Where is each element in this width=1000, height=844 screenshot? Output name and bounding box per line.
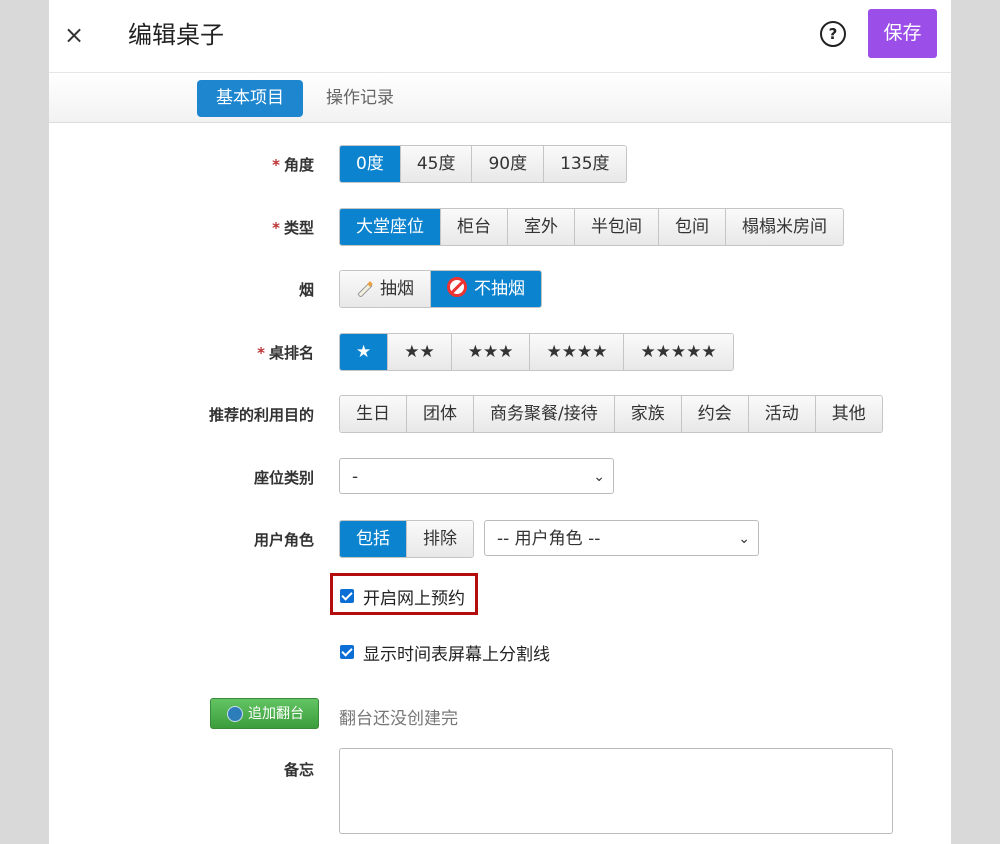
show-divider-checkbox[interactable] xyxy=(340,645,354,659)
purpose-option-event[interactable]: 活动 xyxy=(748,396,816,432)
chevron-down-icon: ⌄ xyxy=(738,531,750,547)
dialog-header: × 编辑桌子 ? 保存 xyxy=(49,0,951,73)
type-option-tatami[interactable]: 榻榻米房间 xyxy=(726,209,843,245)
rank-option-1[interactable]: ★ xyxy=(340,334,389,370)
rank-option-4[interactable]: ★★★★ xyxy=(530,334,625,370)
online-booking-label: 开启网上预约 xyxy=(363,589,465,609)
no-smoking-icon xyxy=(447,277,467,297)
type-label: * 类型 xyxy=(272,219,314,237)
required-mark: * xyxy=(272,156,280,174)
angle-option-90[interactable]: 90度 xyxy=(472,146,545,182)
purpose-option-birthday[interactable]: 生日 xyxy=(340,396,407,432)
rank-option-3[interactable]: ★★★ xyxy=(451,334,531,370)
page-title: 编辑桌子 xyxy=(128,21,224,49)
angle-button-group: 0度 45度 90度 135度 xyxy=(339,145,627,183)
purpose-label: 推荐的利用目的 xyxy=(208,406,314,424)
required-mark: * xyxy=(272,219,280,237)
add-turnover-button[interactable]: 追加翻台 xyxy=(210,698,319,729)
non-smoking-option[interactable]: 不抽烟 xyxy=(431,271,541,307)
seat-category-select[interactable]: - ⌄ xyxy=(339,458,614,494)
help-icon[interactable]: ? xyxy=(820,21,846,47)
rank-option-5[interactable]: ★★★★★ xyxy=(624,334,733,370)
show-divider-label: 显示时间表屏幕上分割线 xyxy=(363,645,550,665)
user-role-label: 用户角色 xyxy=(253,531,314,549)
save-button[interactable]: 保存 xyxy=(868,9,937,58)
purpose-option-business[interactable]: 商务聚餐/接待 xyxy=(474,396,615,432)
memo-textarea[interactable] xyxy=(339,748,893,834)
turnover-note: 翻台还没创建完 xyxy=(339,709,458,729)
type-option-private[interactable]: 包间 xyxy=(659,209,726,245)
purpose-option-other[interactable]: 其他 xyxy=(815,396,882,432)
purpose-option-date[interactable]: 约会 xyxy=(681,396,749,432)
angle-label: * 角度 xyxy=(272,156,314,174)
purpose-option-group[interactable]: 团体 xyxy=(407,396,474,432)
cigarette-icon xyxy=(357,281,373,297)
rank-button-group: ★ ★★ ★★★ ★★★★ ★★★★★ xyxy=(339,333,734,371)
tab-basic-items[interactable]: 基本项目 xyxy=(197,80,303,117)
type-button-group: 大堂座位 柜台 室外 半包间 包间 榻榻米房间 xyxy=(339,208,844,246)
user-role-exclude[interactable]: 排除 xyxy=(407,521,473,557)
user-role-button-group: 包括 排除 xyxy=(339,520,474,558)
memo-label: 备忘 xyxy=(283,761,314,779)
edit-table-dialog: × 编辑桌子 ? 保存 基本项目 操作记录 * 角度 0度 45度 90度 135… xyxy=(49,0,951,844)
required-mark: * xyxy=(257,344,265,362)
angle-option-0[interactable]: 0度 xyxy=(340,146,401,182)
add-icon xyxy=(227,706,243,722)
type-option-outdoor[interactable]: 室外 xyxy=(508,209,575,245)
rank-option-2[interactable]: ★★ xyxy=(388,334,452,370)
angle-option-45[interactable]: 45度 xyxy=(400,146,473,182)
type-option-counter[interactable]: 柜台 xyxy=(441,209,508,245)
purpose-option-family[interactable]: 家族 xyxy=(614,396,682,432)
smoking-label: 烟 xyxy=(298,281,314,299)
smoking-button-group: 抽烟 不抽烟 xyxy=(339,270,542,308)
close-icon[interactable]: × xyxy=(59,20,89,50)
smoking-option[interactable]: 抽烟 xyxy=(340,271,431,307)
seat-category-label: 座位类别 xyxy=(253,469,314,487)
purpose-button-group: 生日 团体 商务聚餐/接待 家族 约会 活动 其他 xyxy=(339,395,883,433)
rank-label: * 桌排名 xyxy=(257,344,314,362)
tab-operation-log[interactable]: 操作记录 xyxy=(307,80,413,117)
online-booking-checkbox[interactable] xyxy=(340,589,354,603)
user-role-include[interactable]: 包括 xyxy=(340,521,407,557)
type-option-lobby[interactable]: 大堂座位 xyxy=(340,209,441,245)
chevron-down-icon: ⌄ xyxy=(593,469,605,485)
tab-bar: 基本项目 操作记录 xyxy=(49,73,951,123)
user-role-select[interactable]: -- 用户角色 -- ⌄ xyxy=(484,520,759,556)
angle-option-135[interactable]: 135度 xyxy=(544,146,626,182)
type-option-semi-private[interactable]: 半包间 xyxy=(575,209,659,245)
